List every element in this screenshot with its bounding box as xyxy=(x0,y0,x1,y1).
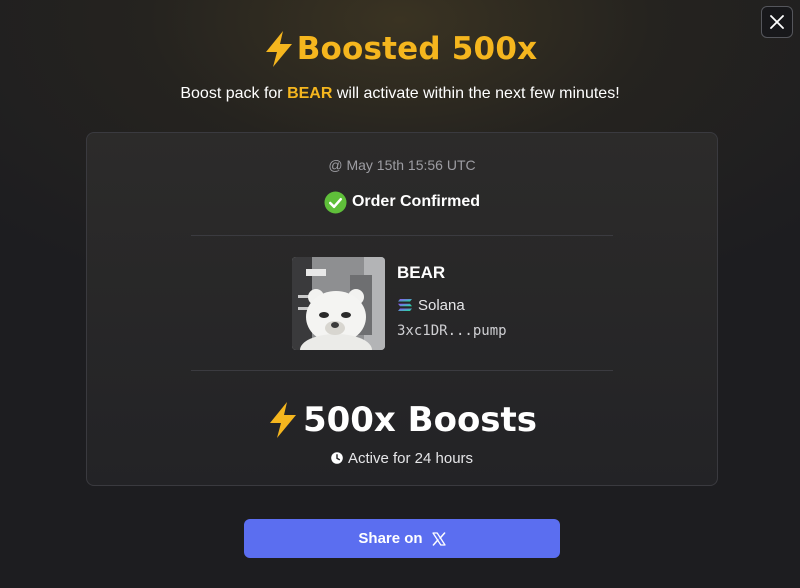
token-chain: Solana xyxy=(397,296,465,314)
x-logo-icon xyxy=(431,531,446,546)
lightning-icon xyxy=(265,31,292,67)
order-status: Order Confirmed xyxy=(87,190,717,214)
boost-label: 500x Boosts xyxy=(302,400,538,440)
clock-icon xyxy=(331,452,343,464)
subtitle-prefix: Boost pack for xyxy=(180,85,288,102)
order-card: @ May 15th 15:56 UTC Order Confirmed BEA… xyxy=(86,132,718,486)
chain-name: Solana xyxy=(418,296,465,314)
lightning-icon xyxy=(269,402,296,438)
share-label: Share on xyxy=(358,530,423,547)
solana-icon xyxy=(398,299,412,311)
boost-summary: 500x Boosts xyxy=(87,397,717,443)
subtitle-token: BEAR xyxy=(287,85,333,102)
token-name: BEAR xyxy=(397,263,446,282)
subtitle-suffix: will activate within the next few minute… xyxy=(332,85,620,102)
subtitle: Boost pack for BEAR will activate within… xyxy=(0,85,800,103)
token-address: 3xc1DR...pump xyxy=(397,323,507,339)
check-circle-icon xyxy=(324,190,347,214)
boost-duration: Active for 24 hours xyxy=(87,448,717,468)
share-on-x-button[interactable]: Share on xyxy=(244,519,560,558)
modal-title: Boosted 500x xyxy=(0,26,800,72)
duration-text: Active for 24 hours xyxy=(347,449,474,467)
divider xyxy=(191,235,613,236)
order-timestamp: @ May 15th 15:56 UTC xyxy=(328,157,476,173)
order-status-text: Order Confirmed xyxy=(351,193,480,210)
token-image xyxy=(292,257,385,350)
title-text: Boosted 500x xyxy=(296,31,538,67)
divider xyxy=(191,370,613,371)
bear-token-image xyxy=(292,257,385,350)
